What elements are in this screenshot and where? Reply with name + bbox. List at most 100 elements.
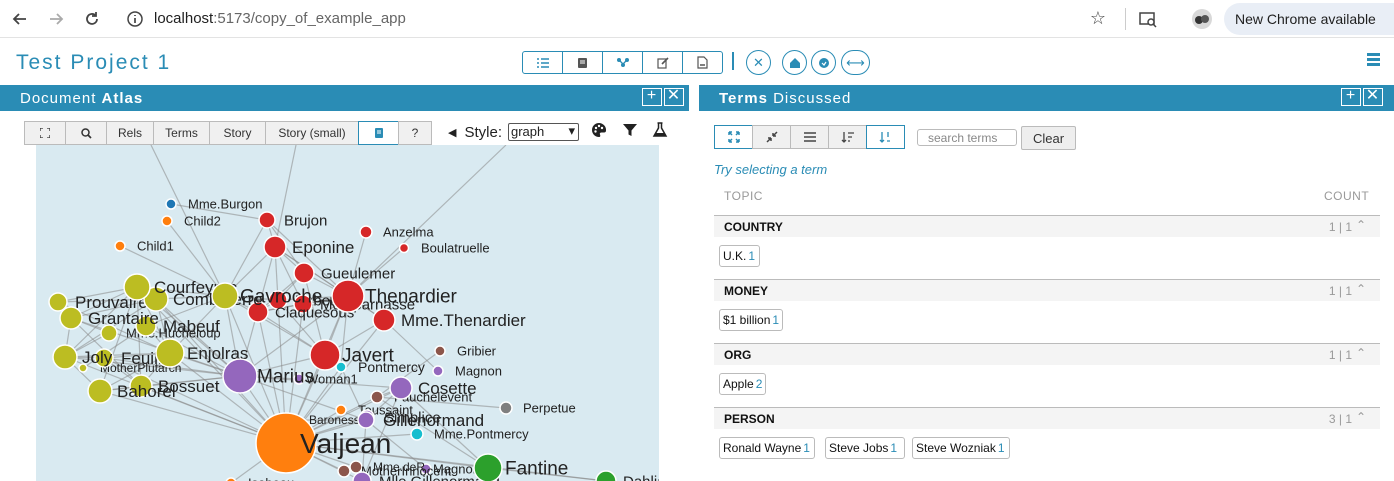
node-circle[interactable]: [87, 378, 113, 404]
graph-node-javert[interactable]: Javert: [309, 339, 394, 371]
sort-count-button[interactable]: [866, 125, 905, 149]
node-circle[interactable]: [59, 306, 83, 330]
collapse-all-button[interactable]: [752, 125, 791, 149]
node-circle[interactable]: [337, 464, 351, 478]
tab-help[interactable]: ?: [398, 121, 432, 145]
node-circle[interactable]: [114, 240, 126, 252]
tab-story-small[interactable]: Story (small): [265, 121, 359, 145]
close-panel-button[interactable]: ✕: [1363, 88, 1383, 106]
tab-search-icon[interactable]: [1136, 7, 1160, 31]
term-chip[interactable]: Apple 2: [719, 373, 766, 395]
node-circle[interactable]: [473, 453, 503, 481]
node-circle[interactable]: [398, 242, 410, 254]
graph-node-grantaire[interactable]: Grantaire: [59, 306, 159, 330]
style-select[interactable]: graph: [507, 123, 579, 141]
clear-button[interactable]: Clear: [1021, 126, 1076, 150]
book-view-button[interactable]: [562, 51, 603, 74]
back-arrow-icon[interactable]: [8, 7, 32, 31]
add-panel-button[interactable]: +: [642, 88, 662, 106]
search-terms-input[interactable]: search terms: [917, 129, 1017, 146]
tab-document[interactable]: [358, 121, 399, 145]
node-circle[interactable]: [155, 338, 185, 368]
graph-node-boulatruelle[interactable]: Boulatruelle: [398, 241, 490, 256]
term-chip[interactable]: U.K. 1: [719, 245, 760, 267]
node-circle[interactable]: [499, 401, 513, 415]
reload-icon[interactable]: [80, 7, 104, 31]
node-circle[interactable]: [48, 292, 68, 312]
graph-node-fantine[interactable]: Fantine: [473, 453, 568, 481]
graph-node-child1[interactable]: Child1: [114, 239, 174, 254]
chevron-up-icon[interactable]: ⌃: [1356, 410, 1366, 424]
term-chip[interactable]: Steve Jobs 1: [825, 437, 905, 459]
home-button[interactable]: [782, 50, 807, 75]
graph-view-button[interactable]: [602, 51, 643, 74]
node-circle[interactable]: [222, 358, 258, 394]
list-view-button[interactable]: [522, 51, 563, 74]
palette-icon[interactable]: [591, 122, 609, 140]
node-circle[interactable]: [331, 279, 365, 313]
graph-node-anzelma[interactable]: Anzelma: [359, 225, 434, 240]
chevron-up-icon[interactable]: ⌃: [1356, 218, 1366, 232]
edit-view-button[interactable]: [642, 51, 683, 74]
node-circle[interactable]: [211, 282, 239, 310]
chevron-up-icon[interactable]: ⌃: [1356, 346, 1366, 360]
flask-icon[interactable]: [652, 122, 670, 140]
graph-node-gribier[interactable]: Gribier: [434, 344, 497, 359]
graph-node-bahorel[interactable]: Bahorel: [87, 378, 176, 404]
graph-node-gavroche[interactable]: Gavroche: [211, 282, 322, 310]
graph-node-eponine[interactable]: Eponine: [263, 235, 354, 259]
close-circle-button[interactable]: ✕: [746, 50, 771, 75]
zoom-search-button[interactable]: [65, 121, 107, 145]
category-row-org[interactable]: ORG 1 | 1 ⌃: [714, 343, 1380, 365]
fullscreen-button[interactable]: [24, 121, 66, 145]
graph-node-marius[interactable]: Marius: [222, 358, 314, 394]
new-chrome-available-button[interactable]: New Chrome available: [1224, 3, 1394, 35]
profile-avatar-icon[interactable]: [1190, 7, 1214, 31]
node-circle[interactable]: [389, 376, 413, 400]
node-circle[interactable]: [432, 365, 444, 377]
node-circle[interactable]: [434, 345, 446, 357]
node-circle[interactable]: [52, 344, 78, 370]
graph-node-magnon[interactable]: Magnon: [432, 364, 502, 379]
badge-button[interactable]: [811, 50, 836, 75]
node-circle[interactable]: [263, 235, 287, 259]
add-panel-button[interactable]: +: [1341, 88, 1361, 106]
tab-terms[interactable]: Terms: [153, 121, 210, 145]
graph-node-cosette[interactable]: Cosette: [389, 376, 477, 400]
graph-node-joly[interactable]: Joly: [52, 344, 113, 370]
node-circle[interactable]: [165, 198, 177, 210]
graph-node-brujon[interactable]: Brujon: [258, 211, 327, 229]
expand-all-button[interactable]: [714, 125, 753, 149]
site-info-icon[interactable]: [126, 10, 144, 28]
node-circle[interactable]: [309, 339, 341, 371]
sort-alpha-button[interactable]: [828, 125, 867, 149]
category-row-person[interactable]: PERSON 3 | 1 ⌃: [714, 407, 1380, 429]
tab-rels[interactable]: Rels: [106, 121, 154, 145]
graph-node-isabeau[interactable]: Isabeau: [225, 476, 294, 481]
pdf-view-button[interactable]: [682, 51, 723, 74]
node-circle[interactable]: [123, 273, 151, 301]
node-circle[interactable]: [372, 308, 396, 332]
character-network-graph[interactable]: MotherPlutarch Boulatruelle Mme.Burgon Chil…: [36, 145, 659, 481]
category-row-money[interactable]: MONEY 1 | 1 ⌃: [714, 279, 1380, 301]
filter-icon[interactable]: [622, 122, 640, 140]
hamburger-menu-icon[interactable]: [1367, 53, 1380, 66]
chevron-up-icon[interactable]: ⌃: [1356, 282, 1366, 296]
address-bar[interactable]: localhost:5173/copy_of_example_app ☆: [116, 2, 1120, 36]
expand-width-button[interactable]: ⟷: [841, 50, 870, 75]
node-circle[interactable]: [370, 390, 384, 404]
node-circle[interactable]: [293, 262, 315, 284]
caret-left-icon[interactable]: ◀: [448, 126, 456, 139]
list-button[interactable]: [790, 125, 829, 149]
term-chip[interactable]: Steve Wozniak 1: [912, 437, 1010, 459]
node-circle[interactable]: [258, 211, 276, 229]
term-chip[interactable]: Ronald Wayne 1: [719, 437, 815, 459]
bookmark-star-icon[interactable]: ☆: [1090, 8, 1106, 29]
graph-node-perpetue[interactable]: Perpetue: [499, 401, 576, 416]
graph-node-thenardier[interactable]: Thenardier: [331, 279, 458, 313]
node-circle[interactable]: [359, 225, 373, 239]
node-circle[interactable]: [357, 411, 375, 429]
node-circle[interactable]: [161, 215, 173, 227]
node-circle[interactable]: [595, 470, 617, 481]
forward-arrow-icon[interactable]: [44, 7, 68, 31]
